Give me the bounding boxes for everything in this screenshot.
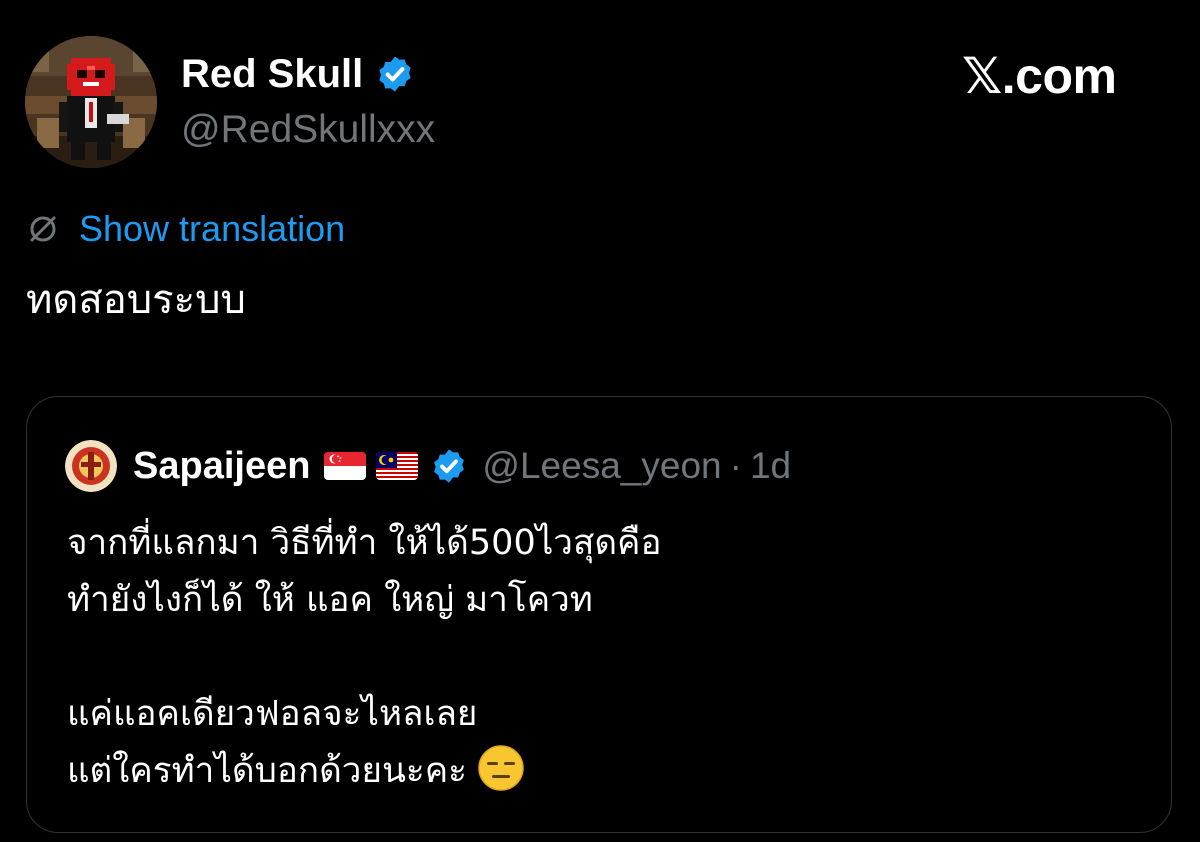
expressionless-face-icon [478, 745, 524, 791]
quoted-author-handle[interactable]: @Leesa_yeon [482, 445, 721, 487]
quoted-text-line: ทำยังไงก็ได้ ให้ แอค ใหญ่ มาโควท [67, 580, 593, 620]
quoted-text-line: จากที่แลกมา วิธีที่ทำ ให้ได้500ไวสุดคือ [67, 523, 662, 563]
quoted-text-line [67, 629, 662, 686]
quoted-verified-badge-icon [434, 449, 465, 483]
quoted-text-line-content: แต่ใครทำได้บอกด้วยนะคะ [67, 751, 467, 791]
quoted-text-line: แค่แอคเดียวฟอลจะไหลเลย [67, 694, 478, 734]
post-text: ทดสอบระบบ [26, 277, 246, 323]
translate-globe-icon [30, 216, 56, 242]
author-name[interactable]: Red Skull [181, 50, 363, 98]
author-avatar[interactable] [25, 36, 157, 168]
malaysia-flag-icon [376, 452, 419, 480]
quoted-author-name[interactable]: Sapaijeen [133, 445, 310, 488]
quoted-post-header: Sapaijeen @Leesa_yeon · 1d [65, 439, 791, 493]
singapore-flag-icon [324, 452, 367, 480]
show-translation-row[interactable]: Show translation [26, 206, 345, 252]
author-handle[interactable]: @RedSkullxxx [181, 106, 435, 154]
quoted-author-avatar[interactable] [65, 440, 117, 492]
verified-badge-icon [379, 56, 411, 92]
quoted-post-card[interactable]: Sapaijeen @Leesa_yeon · 1d จากที่แลกมา ว… [26, 396, 1172, 833]
quoted-post-text: จากที่แลกมา วิธีที่ทำ ให้ได้500ไวสุดคือ … [67, 515, 662, 800]
pixel-art-red-skull-avatar-icon [25, 36, 157, 168]
ornate-emblem-avatar-icon [65, 440, 117, 492]
meta-separator: · [729, 445, 742, 486]
author-name-row[interactable]: Red Skull [181, 50, 415, 98]
quoted-text-line-last: แต่ใครทำได้บอกด้วยนะคะ [67, 743, 662, 800]
quoted-post-timestamp[interactable]: 1d [750, 445, 791, 487]
x-com-brand: 𝕏.com [962, 48, 1117, 104]
show-translation-link[interactable]: Show translation [79, 208, 345, 250]
